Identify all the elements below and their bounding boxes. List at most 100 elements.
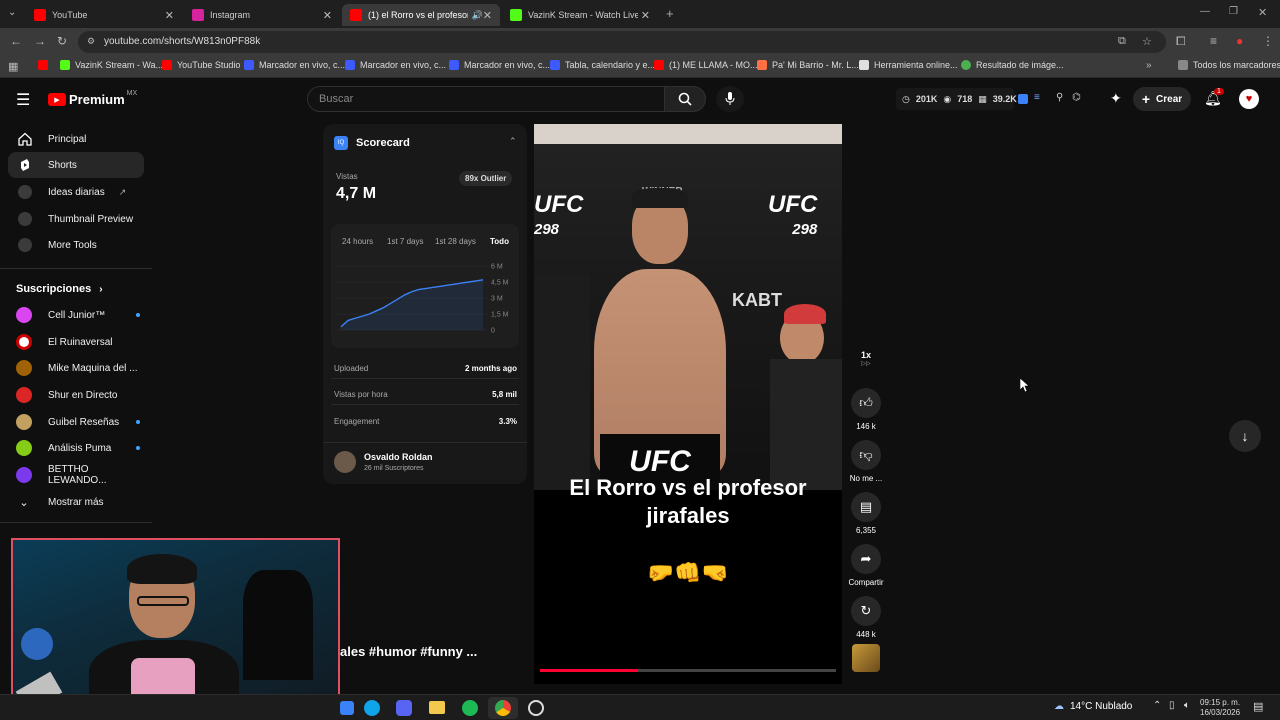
tab-kick-stream[interactable]: VazinK Stream - Watch Live on ✕: [502, 4, 658, 26]
sidebar-item-ideas[interactable]: Ideas diarias ↗: [8, 179, 144, 205]
obs-icon[interactable]: [528, 700, 544, 716]
close-tab-icon[interactable]: ✕: [483, 9, 492, 22]
close-window-icon[interactable]: ✕: [1258, 6, 1267, 19]
sidebar-item-subscription[interactable]: Shur en Directo: [16, 385, 140, 405]
sound-thumbnail[interactable]: [852, 644, 880, 672]
sidebar-item-thumbnail-preview[interactable]: Thumbnail Preview: [8, 206, 144, 232]
apps-grid-icon[interactable]: ▦: [8, 60, 18, 73]
omnibox[interactable]: ⚙ youtube.com/shorts/W813n0PF88k ⧉ ☆: [78, 31, 1166, 53]
youtube-favicon-icon: [654, 60, 664, 70]
site-info-icon[interactable]: ⚙: [87, 36, 95, 47]
new-tab-icon[interactable]: +: [666, 6, 674, 21]
notification-center-icon[interactable]: ▤: [1253, 700, 1263, 713]
collapse-chevron-icon[interactable]: ⌃: [509, 136, 517, 147]
menu-icon[interactable]: ⋮: [1262, 34, 1274, 48]
sidebar-item-principal[interactable]: Principal: [8, 126, 144, 152]
sidebar-item-subscription[interactable]: Mike Maquina del ...: [16, 358, 140, 378]
microphone-icon: [725, 92, 735, 105]
taskbar-app-icon[interactable]: [340, 701, 354, 715]
profile-icon[interactable]: ●: [1236, 34, 1243, 48]
close-tab-icon[interactable]: ✕: [641, 9, 650, 22]
spotify-icon[interactable]: [462, 700, 478, 716]
comments-button[interactable]: ▤ 6,355: [848, 492, 884, 535]
close-tab-icon[interactable]: ✕: [165, 9, 174, 22]
tab-first-7-days[interactable]: 1st 7 days: [387, 237, 423, 246]
voice-search-button[interactable]: [716, 86, 744, 112]
all-bookmarks[interactable]: Todos los marcadores: [1178, 60, 1280, 70]
install-app-icon[interactable]: ⧉: [1118, 35, 1126, 48]
bookmark-item[interactable]: YouTube Studio: [162, 60, 240, 70]
search-input[interactable]: Buscar: [307, 86, 665, 112]
sidebar-item-subscription[interactable]: BETTHO LEWANDO...: [16, 464, 140, 486]
tray-chevron-icon[interactable]: ⌃: [1153, 700, 1161, 711]
tab-todo[interactable]: Todo: [490, 237, 509, 246]
bookmark-star-icon[interactable]: ☆: [1142, 35, 1152, 48]
extensions-icon[interactable]: ⧠: [1176, 34, 1186, 49]
chrome-icon[interactable]: [495, 700, 511, 716]
sidebar-item-subscription[interactable]: Cell Junior™: [16, 305, 140, 325]
short-video-player[interactable]: UFC298 UFC298 WINNER KABT UFC El Rorro v…: [534, 124, 842, 684]
tab-24-hours[interactable]: 24 hours: [342, 237, 373, 246]
channel-row[interactable]: Osvaldo Roldan 26 mil Suscriptores: [323, 442, 527, 482]
back-icon[interactable]: ←: [10, 34, 22, 48]
next-short-button[interactable]: ↓: [1229, 420, 1261, 452]
trophy-icon[interactable]: ⚲: [1056, 92, 1063, 103]
share-button[interactable]: ➦ Compartir: [848, 544, 884, 587]
tab-youtube[interactable]: YouTube ✕: [26, 4, 182, 26]
weather-widget[interactable]: ☁ 14°C Nublado: [1054, 701, 1132, 712]
bookmark-item[interactable]: [38, 60, 53, 70]
sidebar-item-subscription[interactable]: Análisis Puma: [16, 438, 140, 458]
tag-icon[interactable]: ⌬: [1072, 92, 1081, 103]
show-more-button[interactable]: ⌄ Mostrar más: [16, 492, 140, 512]
bookmark-item[interactable]: Marcador en vivo, c...: [345, 60, 446, 70]
upload-tool-icon[interactable]: ✦: [1110, 90, 1122, 107]
sidebar-item-subscription[interactable]: El Ruinaversal: [16, 332, 140, 352]
avatar[interactable]: ♥: [1239, 89, 1259, 109]
vidiq-icon[interactable]: [1018, 94, 1028, 104]
bookmark-item[interactable]: VazinK Stream - Wa...: [60, 60, 163, 70]
tab-instagram[interactable]: Instagram ✕: [184, 4, 340, 26]
hamburger-menu-icon[interactable]: ☰: [16, 90, 30, 110]
volume-icon[interactable]: 🔈︎: [1184, 700, 1190, 711]
reload-icon[interactable]: ↻: [57, 34, 67, 48]
maximize-icon[interactable]: ❐: [1229, 6, 1238, 17]
sidebar-item-shorts[interactable]: Shorts: [8, 152, 144, 178]
bookmark-item[interactable]: Pa' Mi Barrio - Mr. L...: [757, 60, 859, 70]
google-favicon-icon: [961, 60, 971, 70]
scorecard-header[interactable]: IQ Scorecard: [334, 136, 410, 150]
remix-button[interactable]: ↻ 448 k: [848, 596, 884, 639]
more-bookmarks-icon[interactable]: »: [1146, 60, 1152, 71]
list-icon[interactable]: ≡: [1034, 92, 1040, 103]
tab-search-icon[interactable]: ⌄: [8, 7, 16, 18]
bookmark-item[interactable]: (1) ME LLAMA - MO...: [654, 60, 758, 70]
audio-icon[interactable]: 🔊: [472, 10, 483, 21]
bookmark-item[interactable]: Marcador en vivo, c...: [244, 60, 345, 70]
discord-icon[interactable]: [396, 700, 412, 716]
tab-first-28-days[interactable]: 1st 28 days: [435, 237, 476, 246]
bookmark-item[interactable]: Marcador en vivo, c...: [449, 60, 550, 70]
subscriptions-header[interactable]: Suscripciones ›: [16, 283, 103, 295]
playback-speed-button[interactable]: 1x ▷▷: [848, 350, 884, 367]
sidebar-item-more-tools[interactable]: More Tools: [8, 232, 144, 258]
forward-icon[interactable]: →: [34, 34, 46, 48]
bookmark-item[interactable]: Herramienta online...: [859, 60, 958, 70]
tab-current-short[interactable]: (1) el Rorro vs el profesor ji 🔊 ✕: [342, 4, 500, 26]
search-button[interactable]: [664, 86, 706, 112]
vidiq-stats-bar[interactable]: ◷ 201K ◉ 718 ▦ 39.2K: [896, 88, 1017, 110]
edge-icon[interactable]: [364, 700, 380, 716]
bookmark-item[interactable]: Tabla, calendario y e...: [550, 60, 655, 70]
url-text[interactable]: youtube.com/shorts/W813n0PF88k: [104, 36, 260, 47]
clock[interactable]: 09:15 p. m. 16/03/2026: [1200, 698, 1240, 718]
progress-track[interactable]: [540, 669, 836, 672]
close-tab-icon[interactable]: ✕: [323, 9, 332, 22]
minimize-icon[interactable]: —: [1200, 6, 1210, 17]
youtube-premium-logo[interactable]: ▶ Premium MX: [48, 90, 137, 107]
sidebar-item-subscription[interactable]: Guibel Reseñas: [16, 412, 140, 432]
file-explorer-icon[interactable]: [429, 701, 445, 714]
like-button[interactable]: 👍︎ 146 k: [848, 388, 884, 431]
media-control-icon[interactable]: ≡: [1210, 34, 1217, 48]
bookmark-item[interactable]: Resultado de imáge...: [961, 60, 1064, 70]
create-button[interactable]: + Crear: [1133, 87, 1191, 111]
dislike-button[interactable]: 👎︎ No me ...: [848, 440, 884, 483]
tray-app-icon[interactable]: ▯: [1169, 700, 1175, 711]
